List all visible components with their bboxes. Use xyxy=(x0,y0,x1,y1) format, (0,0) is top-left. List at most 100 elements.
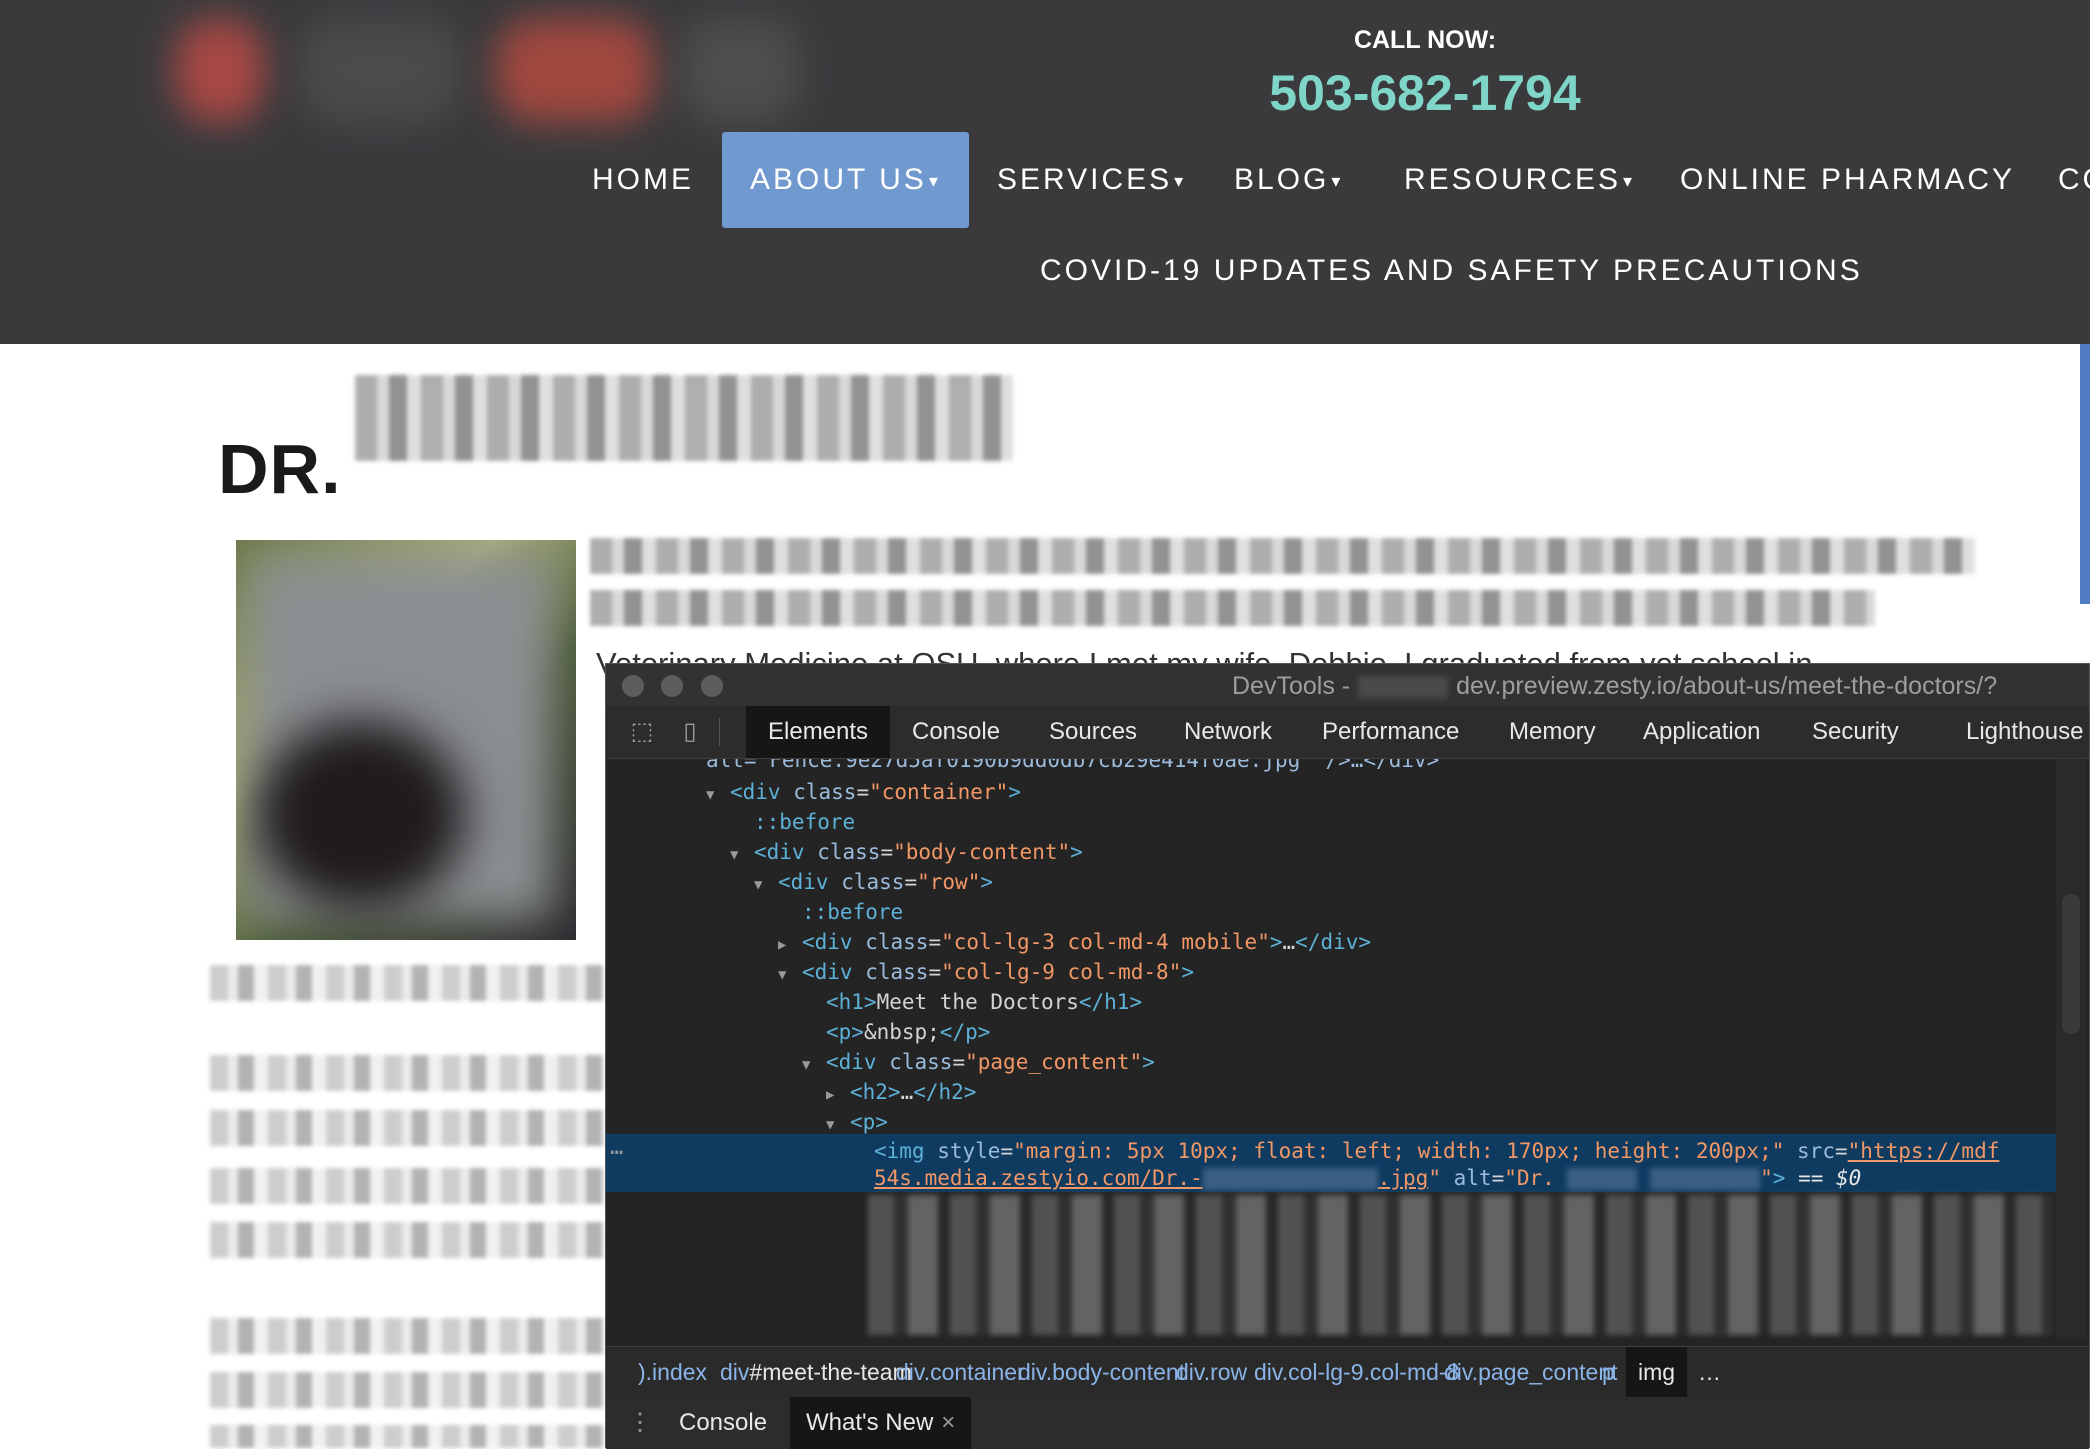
redacted-text xyxy=(210,1372,605,1408)
nav-contact-label: CO xyxy=(2058,163,2090,196)
dom-node[interactable]: ▼ <div class="body-content"> xyxy=(730,837,1083,867)
logo-redacted[interactable] xyxy=(175,18,265,123)
tab-memory[interactable]: Memory xyxy=(1509,706,1596,758)
dom-node[interactable]: ▼ <p> xyxy=(826,1107,888,1137)
nav-about-us[interactable]: ABOUT US ▾ xyxy=(722,132,969,228)
dom-node[interactable]: ▼ <div class="row"> xyxy=(754,867,993,897)
nav-resources[interactable]: RESOURCES ▾ xyxy=(1404,132,1635,228)
phone-link[interactable]: 503-682-1794 xyxy=(1175,64,1675,122)
dom-node[interactable]: <h1>Meet the Doctors</h1> xyxy=(826,987,1142,1017)
call-now-label: CALL NOW: xyxy=(1353,26,1497,54)
dom-node-selected[interactable]: <img style="margin: 5px 10px; float: lef… xyxy=(874,1136,1999,1166)
redacted-text xyxy=(210,965,605,1001)
breadcrumb-label: ).index xyxy=(638,1359,708,1385)
redacted-text xyxy=(590,538,1975,574)
photo-dog-blur xyxy=(256,720,466,910)
tab-console[interactable]: Console xyxy=(912,706,1000,758)
breadcrumb-tag: div xyxy=(1018,1359,1046,1385)
dom-node[interactable]: <p>&nbsp;</p> xyxy=(826,1017,990,1047)
page-title: DR. xyxy=(218,429,342,509)
breadcrumb-label: p xyxy=(1602,1359,1615,1385)
devtools-titlebar[interactable]: DevTools - dev.preview.zesty.io/about-us/… xyxy=(606,664,2089,706)
dom-node[interactable]: ▼ <div class="page_content"> xyxy=(802,1047,1155,1077)
redacted-code xyxy=(868,1195,2053,1335)
breadcrumb-item[interactable]: ).index xyxy=(638,1347,707,1397)
expanded-triangle-icon[interactable]: ▼ xyxy=(730,840,754,870)
dom-node[interactable]: ::before xyxy=(754,807,855,837)
collapsed-triangle-icon[interactable]: ▶ xyxy=(826,1080,850,1110)
nav-home[interactable]: HOME xyxy=(592,132,694,228)
nav-about-us-label: ABOUT US xyxy=(750,163,927,196)
breadcrumb-label: .page_content xyxy=(1471,1359,1618,1385)
breadcrumb-item[interactable]: p xyxy=(1602,1347,1615,1397)
dom-line[interactable]: alt="Fence.9e27d5af0190b9dd0db7cb29e414f… xyxy=(706,759,1439,775)
attr-value: row xyxy=(929,870,968,894)
drawer-tab-whats-new[interactable]: What's New × xyxy=(790,1397,972,1449)
logo-redacted xyxy=(680,18,800,123)
dom-node[interactable]: ▶ <h2>…</h2> xyxy=(826,1077,976,1107)
drawer-menu-icon[interactable]: ⋮ xyxy=(628,1397,652,1449)
breadcrumb-item[interactable]: div.container xyxy=(896,1347,1025,1397)
dom-breadcrumb: ).index div#meet-the-team div.container … xyxy=(606,1346,2089,1398)
expanded-triangle-icon[interactable]: ▼ xyxy=(802,1050,826,1080)
breadcrumb-label: .body-content xyxy=(1045,1359,1186,1385)
tab-performance[interactable]: Performance xyxy=(1322,706,1459,758)
collapsed-triangle-icon[interactable]: ▶ xyxy=(778,930,802,960)
attr-value: col-lg-9 col-md-8 xyxy=(953,960,1169,984)
dom-cut-line: alt="Fence.9e27d5af0190b9dd0db7cb29e414f… xyxy=(706,759,1440,772)
nav-online-pharmacy[interactable]: ONLINE PHARMACY xyxy=(1680,132,2015,228)
window-minimize-button[interactable] xyxy=(661,675,683,697)
breadcrumb-tag: div xyxy=(720,1359,750,1385)
redacted-text xyxy=(1650,1168,1761,1190)
more-dots-icon[interactable]: … xyxy=(610,1135,623,1160)
tab-security[interactable]: Security xyxy=(1812,706,1899,758)
nav-covid-updates[interactable]: COVID-19 UPDATES AND SAFETY PRECAUTIONS xyxy=(1040,254,1863,288)
breadcrumb-item-active[interactable]: img xyxy=(1626,1347,1688,1397)
breadcrumb-item[interactable]: div#meet-the-team xyxy=(720,1347,912,1397)
breadcrumb-tag: div xyxy=(1444,1359,1472,1385)
attr-value: Dr. xyxy=(1516,1166,1555,1190)
expanded-triangle-icon[interactable]: ▼ xyxy=(706,780,730,810)
dom-node[interactable]: ▶ <div class="col-lg-3 col-md-4 mobile">…… xyxy=(778,927,1371,957)
breadcrumb-more-icon[interactable]: … xyxy=(1698,1347,1721,1397)
tab-elements[interactable]: Elements xyxy=(746,706,891,758)
nav-blog[interactable]: BLOG ▾ xyxy=(1234,132,1343,228)
tab-sources[interactable]: Sources xyxy=(1049,706,1137,758)
breadcrumb-item[interactable]: div.row xyxy=(1176,1347,1247,1397)
window-zoom-button[interactable] xyxy=(701,675,723,697)
redacted-text xyxy=(1358,676,1449,699)
redacted-text xyxy=(210,1425,605,1448)
attr-value: page_content xyxy=(977,1050,1130,1074)
elements-scrollbar[interactable] xyxy=(2056,759,2086,1339)
expanded-triangle-icon[interactable]: ▼ xyxy=(754,870,778,900)
redacted-text xyxy=(210,1168,605,1204)
breadcrumb-item[interactable]: div.col-lg-9.col-md-8 xyxy=(1254,1347,1459,1397)
tab-network[interactable]: Network xyxy=(1184,706,1272,758)
drawer-tab-label: What's New xyxy=(806,1409,934,1436)
redacted-text xyxy=(210,1318,605,1354)
devtools-window: DevTools - dev.preview.zesty.io/about-us/… xyxy=(605,663,2090,1449)
dom-node[interactable]: ▼ <div class="col-lg-9 col-md-8"> xyxy=(778,957,1194,987)
redacted-name xyxy=(355,375,1013,461)
device-toolbar-icon[interactable]: ▯ xyxy=(674,716,706,748)
nav-contact[interactable]: CO xyxy=(2058,132,2090,228)
dom-node-selected[interactable]: 54s.media.zestyio.com/Dr.- .jpg" alt="Dr.… xyxy=(874,1163,1861,1193)
elements-scroll-thumb[interactable] xyxy=(2062,894,2080,1034)
redacted-text xyxy=(1567,1168,1638,1190)
breadcrumb-item[interactable]: div.page_content xyxy=(1444,1347,1618,1397)
drawer-tab-console[interactable]: Console xyxy=(679,1397,767,1449)
tab-lighthouse[interactable]: Lighthouse xyxy=(1966,706,2083,758)
nav-services[interactable]: SERVICES ▾ xyxy=(997,132,1186,228)
tab-application[interactable]: Application xyxy=(1643,706,1760,758)
caret-down-icon: ▾ xyxy=(1331,171,1344,192)
close-icon[interactable]: × xyxy=(941,1409,955,1436)
logo-redacted xyxy=(300,18,460,123)
window-close-button[interactable] xyxy=(622,675,644,697)
breadcrumb-item[interactable]: div.body-content xyxy=(1018,1347,1185,1397)
expanded-triangle-icon[interactable]: ▼ xyxy=(778,960,802,990)
dom-node[interactable]: ::before xyxy=(802,897,903,927)
scroll-accent xyxy=(2080,344,2090,604)
console-ref: == $0 xyxy=(1798,1166,1862,1190)
inspect-element-icon[interactable]: ⬚ xyxy=(626,716,658,748)
dom-node[interactable]: ▼ <div class="container"> xyxy=(706,777,1021,807)
